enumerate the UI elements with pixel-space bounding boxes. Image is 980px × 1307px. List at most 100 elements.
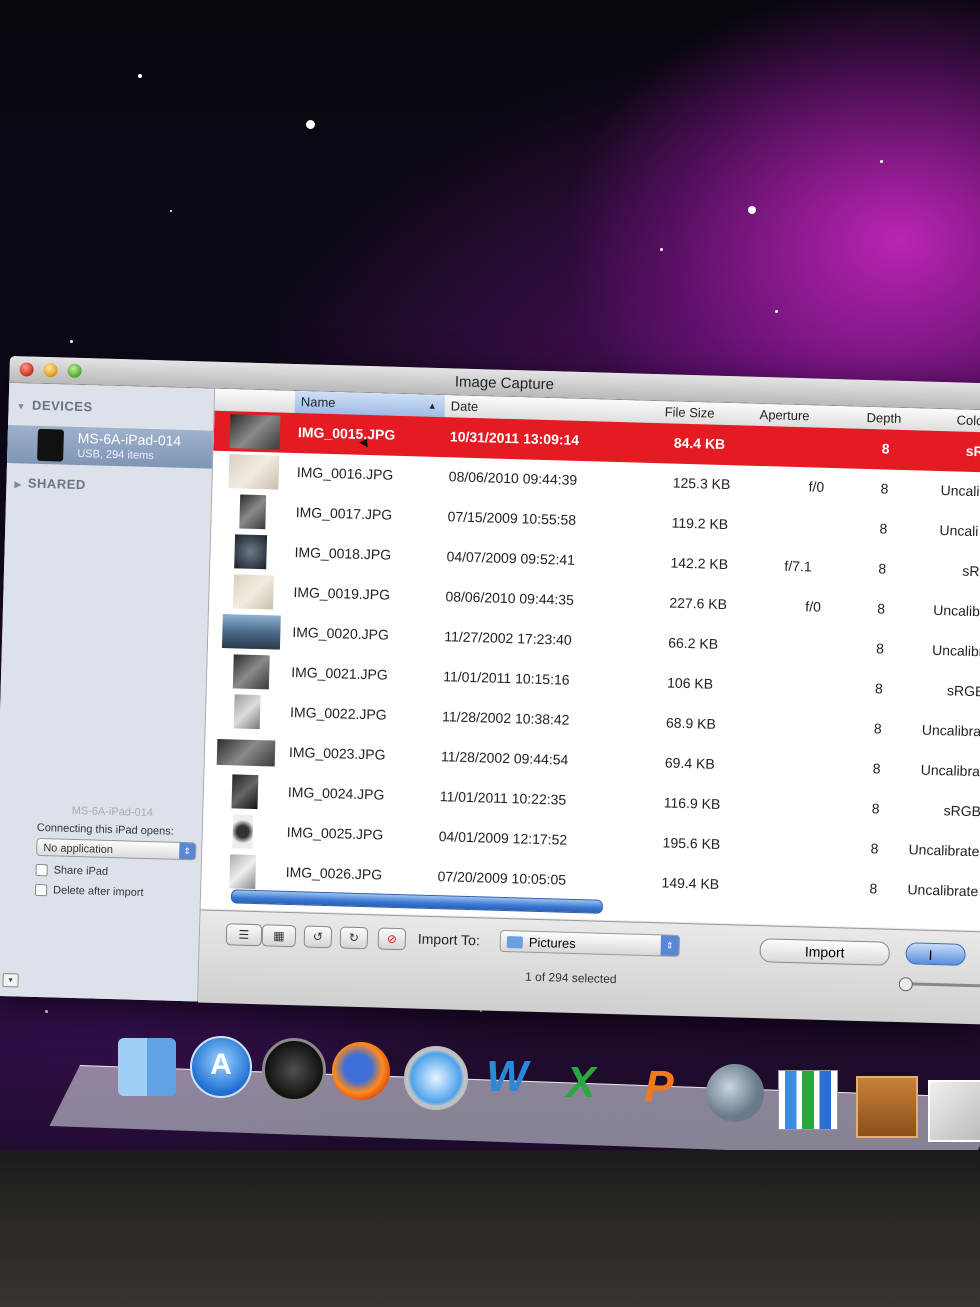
cell-depth: 8 [880, 480, 889, 497]
keynote-icon[interactable] [856, 1076, 918, 1138]
powerpoint-icon[interactable]: P [630, 1058, 688, 1116]
cell-depth: 8 [871, 800, 880, 817]
cell-date: 11/27/2002 17:23:40 [444, 628, 572, 648]
cell-size: 142.2 KB [670, 554, 729, 573]
photo-thumbnail [229, 854, 257, 890]
cell-size: 125.3 KB [672, 474, 731, 493]
cell-size: 66.2 KB [668, 634, 719, 652]
photo-thumbnail [234, 534, 268, 570]
column-header-aperture[interactable]: Aperture [759, 407, 809, 423]
photo-thumbnail [233, 574, 274, 610]
cell-size: 116.9 KB [663, 794, 721, 813]
cell-color: Uncalibr [931, 641, 980, 660]
cell-size: 119.2 KB [671, 514, 729, 533]
excel-icon[interactable]: X [552, 1054, 610, 1112]
delete-after-import-checkbox[interactable]: Delete after import [34, 883, 200, 901]
checkbox-icon[interactable] [34, 883, 48, 897]
checkbox-icon[interactable] [35, 863, 48, 877]
cell-depth: 8 [877, 600, 886, 617]
cell-name: IMG_0019.JPG [293, 584, 391, 603]
cell-size: 84.4 KB [673, 434, 726, 453]
connecting-app-value: No application [43, 842, 114, 857]
cell-name: IMG_0021.JPG [291, 663, 388, 683]
device-name: MS-6A-iPad-014 [77, 429, 182, 449]
cell-size: 149.4 KB [661, 874, 720, 893]
share-checkbox[interactable]: Share iPad [35, 863, 200, 881]
cell-name: IMG_0016.JPG [296, 464, 394, 483]
cell-color: sR [965, 442, 980, 460]
safari-icon[interactable] [404, 1046, 468, 1110]
connecting-app-popup[interactable]: No application ⇕ [36, 837, 197, 861]
shared-header[interactable]: ▶ SHARED [14, 475, 86, 493]
disclosure-triangle-icon[interactable]: ▼ [16, 401, 26, 411]
cell-date: 11/01/2011 10:15:16 [443, 668, 570, 688]
cell-date: 11/01/2011 10:22:35 [439, 788, 567, 808]
delete-icon[interactable]: ⊘ [377, 927, 407, 951]
shared-header-label: SHARED [27, 475, 86, 493]
popup-arrows-icon: ⇕ [179, 842, 196, 860]
column-header-date[interactable]: Date [451, 398, 479, 414]
cell-date: 07/20/2009 10:05:05 [437, 868, 567, 888]
file-table: Name ▲ Date File Size Aperture Depth Colo… [200, 388, 980, 931]
import-destination-popup[interactable]: Pictures ⇕ [499, 929, 681, 957]
cell-size: 68.9 KB [665, 714, 717, 732]
cell-name: IMG_0020.JPG [292, 623, 390, 643]
word-icon[interactable]: W [478, 1048, 536, 1106]
iphoto-icon[interactable] [928, 1080, 980, 1142]
device-label: MS-6A-iPad-014 [71, 804, 154, 820]
cell-depth: 8 [869, 880, 878, 897]
photo-thumbnail [216, 738, 276, 767]
preview-icon[interactable] [706, 1064, 764, 1122]
dashboard-icon[interactable] [262, 1038, 326, 1102]
sidebar: ▼ DEVICES MS-6A-iPad-014 USB, 294 items ▶… [0, 382, 216, 1002]
toggle-panel-icon[interactable]: ▾ [2, 973, 19, 988]
photo-thumbnail [228, 454, 280, 490]
star [775, 310, 778, 313]
app-store-icon[interactable]: A [190, 1036, 252, 1098]
import-all-button[interactable]: I [905, 942, 966, 966]
cell-date: 11/28/2002 09:44:54 [440, 748, 569, 768]
sidebar-item-device[interactable]: MS-6A-iPad-014 USB, 294 items [7, 424, 213, 469]
cell-color: sRGB [946, 682, 980, 700]
star [138, 74, 142, 78]
cell-color: Uncalib [933, 601, 980, 620]
cell-name: IMG_0024.JPG [287, 783, 385, 803]
column-header-depth[interactable]: Depth [866, 410, 901, 426]
cell-name: IMG_0025.JPG [286, 823, 384, 843]
finder-icon[interactable] [118, 1038, 176, 1096]
devices-header-label: DEVICES [31, 397, 93, 415]
cell-color: Uncalibrate [907, 881, 979, 900]
sort-ascending-icon: ▲ [427, 400, 437, 411]
list-view-icon[interactable]: ☰ [225, 923, 263, 947]
cell-color: Uncalibra [921, 721, 980, 740]
grid-view-icon[interactable]: ▦ [261, 924, 297, 948]
cell-name: IMG_0015.JPG [297, 424, 396, 443]
cell-depth: 8 [875, 640, 885, 657]
popup-arrows-icon: ⇕ [660, 935, 680, 956]
column-header-color[interactable]: Colo [956, 412, 980, 428]
cell-aperture: f/7.1 [784, 557, 812, 575]
star [306, 120, 315, 129]
cell-color: sRGB [943, 802, 980, 820]
cell-color: Uncalibrate [908, 841, 980, 860]
star [748, 206, 756, 214]
rotate-left-icon[interactable]: ↺ [303, 925, 333, 949]
disclosure-triangle-icon[interactable]: ▶ [14, 479, 22, 489]
cell-depth: 8 [878, 560, 887, 577]
column-header-file-size[interactable]: File Size [664, 404, 714, 420]
cell-name: IMG_0018.JPG [294, 544, 392, 563]
cell-size: 195.6 KB [662, 834, 721, 853]
cell-depth: 8 [872, 760, 881, 777]
cell-date: 10/31/2011 13:09:14 [449, 428, 580, 448]
photo-thumbnail [239, 494, 267, 530]
cell-date: 11/28/2002 10:38:42 [441, 708, 570, 728]
rotate-right-icon[interactable]: ↻ [339, 926, 369, 950]
photo-thumbnail [232, 814, 254, 849]
numbers-icon[interactable] [778, 1070, 838, 1130]
import-button[interactable]: Import [759, 938, 890, 966]
star [660, 248, 663, 251]
cell-date: 04/07/2009 09:52:41 [446, 548, 576, 568]
firefox-icon[interactable] [332, 1042, 390, 1100]
cell-depth: 8 [873, 720, 882, 737]
devices-header[interactable]: ▼ DEVICES [16, 397, 93, 415]
